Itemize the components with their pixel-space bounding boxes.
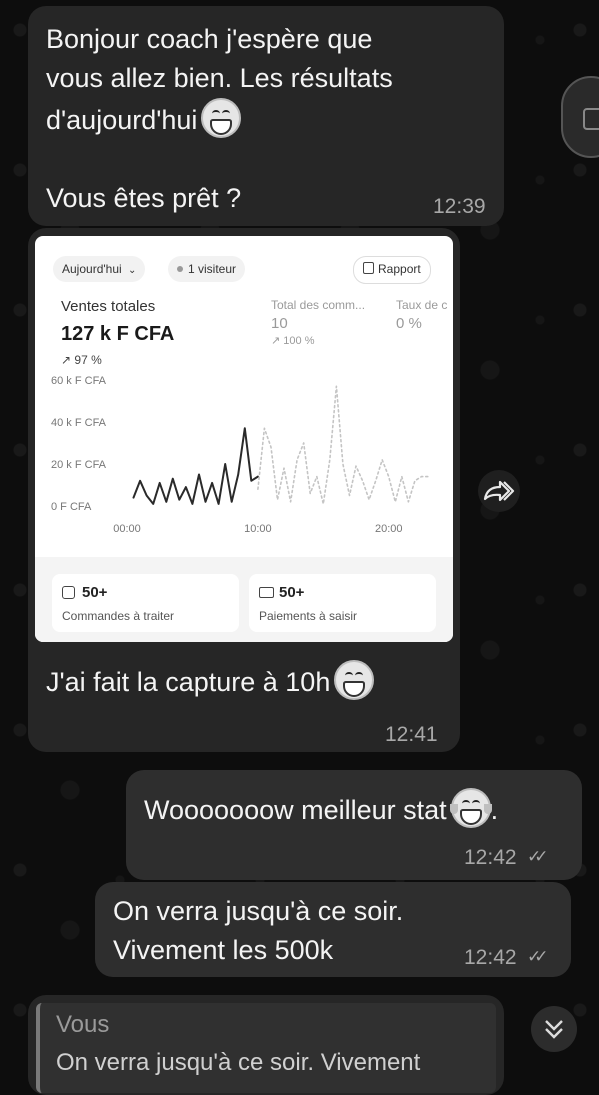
visitors-label: 1 visiteur bbox=[188, 262, 237, 276]
orders-value: 10 bbox=[271, 315, 288, 332]
message-line-text: Wooooooow meilleur stat bbox=[144, 795, 447, 825]
message-line: Vous êtes prêt ? bbox=[46, 183, 242, 213]
orders-to-process-label: Commandes à traiter bbox=[62, 609, 175, 623]
report-icon bbox=[363, 262, 374, 274]
quoted-author: Vous bbox=[56, 1011, 110, 1038]
date-filter-label: Aujourd'hui bbox=[62, 262, 122, 276]
message-text: Bonjour coach j'espère que vous allez bi… bbox=[46, 20, 496, 218]
arrow-up-right-icon: ↗ bbox=[271, 335, 281, 347]
y-tick-label: 20 k F CFA bbox=[51, 459, 107, 471]
scroll-to-bottom-button[interactable] bbox=[531, 1006, 577, 1052]
message-line: vous allez bien. Les résultats bbox=[46, 63, 393, 93]
x-tick-label: 00:00 bbox=[113, 523, 141, 535]
incoming-message-bubble[interactable]: Bonjour coach j'espère que vous allez bi… bbox=[28, 6, 504, 226]
date-filter-dropdown: Aujourd'hui ⌄ bbox=[53, 256, 146, 282]
report-button: Rapport bbox=[353, 256, 431, 284]
change-value: 97 % bbox=[74, 353, 102, 367]
y-tick-label: 40 k F CFA bbox=[51, 417, 107, 429]
chevron-down-icon: ⌄ bbox=[128, 265, 137, 276]
message-line-text: d'aujourd'hui bbox=[46, 105, 198, 135]
arrow-up-right-icon: ↗ bbox=[61, 353, 72, 367]
sales-line-chart: 60 k F CFA 40 k F CFA 20 k F CFA 0 F CFA 00:… bbox=[51, 376, 429, 535]
rate-label: Taux de c bbox=[396, 298, 448, 312]
quoted-text: On verra jusqu'à ce soir. Vivement bbox=[56, 1049, 421, 1076]
y-tick-label: 0 F CFA bbox=[51, 501, 92, 513]
payment-icon bbox=[259, 587, 274, 598]
series-line-dotted bbox=[257, 385, 429, 505]
grinning-emoji-icon bbox=[334, 660, 375, 700]
total-sales-label: Ventes totales bbox=[61, 298, 156, 315]
inbox-icon bbox=[62, 586, 75, 599]
tears-of-joy-emoji-icon bbox=[449, 788, 492, 828]
double-check-icon: ✓✓ bbox=[527, 947, 548, 966]
lock-icon[interactable] bbox=[561, 76, 599, 158]
visitors-badge: 1 visiteur bbox=[168, 256, 246, 282]
rate-value: 0 % bbox=[396, 315, 422, 332]
change-value: 100 % bbox=[283, 335, 315, 347]
orders-to-process-tile: 50+ Commandes à traiter bbox=[52, 574, 239, 632]
forward-icon bbox=[483, 480, 515, 502]
double-check-icon: ✓✓ bbox=[527, 847, 548, 866]
message-line: Vivement les 500k bbox=[113, 935, 334, 965]
message-time: 12:39 bbox=[433, 195, 486, 218]
message-suffix: . bbox=[490, 795, 499, 825]
message-text: On verra jusqu'à ce soir. Vivement les 5… bbox=[113, 892, 473, 970]
report-label: Rapport bbox=[378, 262, 421, 276]
orders-label: Total des comm... bbox=[271, 298, 366, 312]
forward-button[interactable] bbox=[478, 470, 520, 512]
outgoing-message-bubble[interactable]: Wooooooow meilleur stat. 12:42 ✓✓ bbox=[126, 770, 582, 880]
orders-change: ↗ 100 % bbox=[271, 334, 314, 347]
x-tick-label: 20:00 bbox=[375, 523, 403, 535]
series-line-solid bbox=[132, 427, 259, 505]
summary-tiles: 50+ Commandes à traiter 50+ Paiements à … bbox=[35, 557, 453, 642]
total-sales-change: ↗ 97 % bbox=[61, 353, 102, 367]
payments-to-enter-label: Paiements à saisir bbox=[259, 609, 358, 623]
y-tick-label: 60 k F CFA bbox=[51, 376, 107, 387]
payments-to-enter-value: 50+ bbox=[279, 584, 305, 601]
grinning-emoji-icon bbox=[201, 98, 242, 138]
message-line: d'aujourd'hui bbox=[46, 98, 496, 140]
total-sales-value: 127 k F CFA bbox=[61, 323, 175, 345]
x-tick-label: 10:00 bbox=[244, 523, 272, 535]
orders-to-process-value: 50+ bbox=[82, 584, 108, 601]
caption-text: J'ai fait la capture à 10h bbox=[46, 667, 331, 697]
message-caption: J'ai fait la capture à 10h bbox=[46, 660, 466, 702]
dot-icon bbox=[177, 266, 183, 272]
message-line: On verra jusqu'à ce soir. bbox=[113, 896, 404, 926]
message-time: 12:42 bbox=[464, 946, 517, 969]
shared-screenshot-image[interactable]: Aujourd'hui ⌄ 1 visiteur Rapport Ventes … bbox=[35, 236, 453, 642]
message-text: Wooooooow meilleur stat. bbox=[144, 788, 574, 830]
double-chevron-down-icon bbox=[545, 1020, 563, 1039]
outgoing-message-bubble[interactable]: On verra jusqu'à ce soir. Vivement les 5… bbox=[95, 882, 571, 977]
message-time: 12:42 bbox=[464, 846, 517, 869]
payments-to-enter-tile: 50+ Paiements à saisir bbox=[249, 574, 436, 632]
incoming-reply-message-bubble[interactable]: Vous On verra jusqu'à ce soir. Vivement bbox=[28, 995, 504, 1095]
message-line: Bonjour coach j'espère que bbox=[46, 24, 373, 54]
message-time: 12:41 bbox=[385, 723, 438, 746]
